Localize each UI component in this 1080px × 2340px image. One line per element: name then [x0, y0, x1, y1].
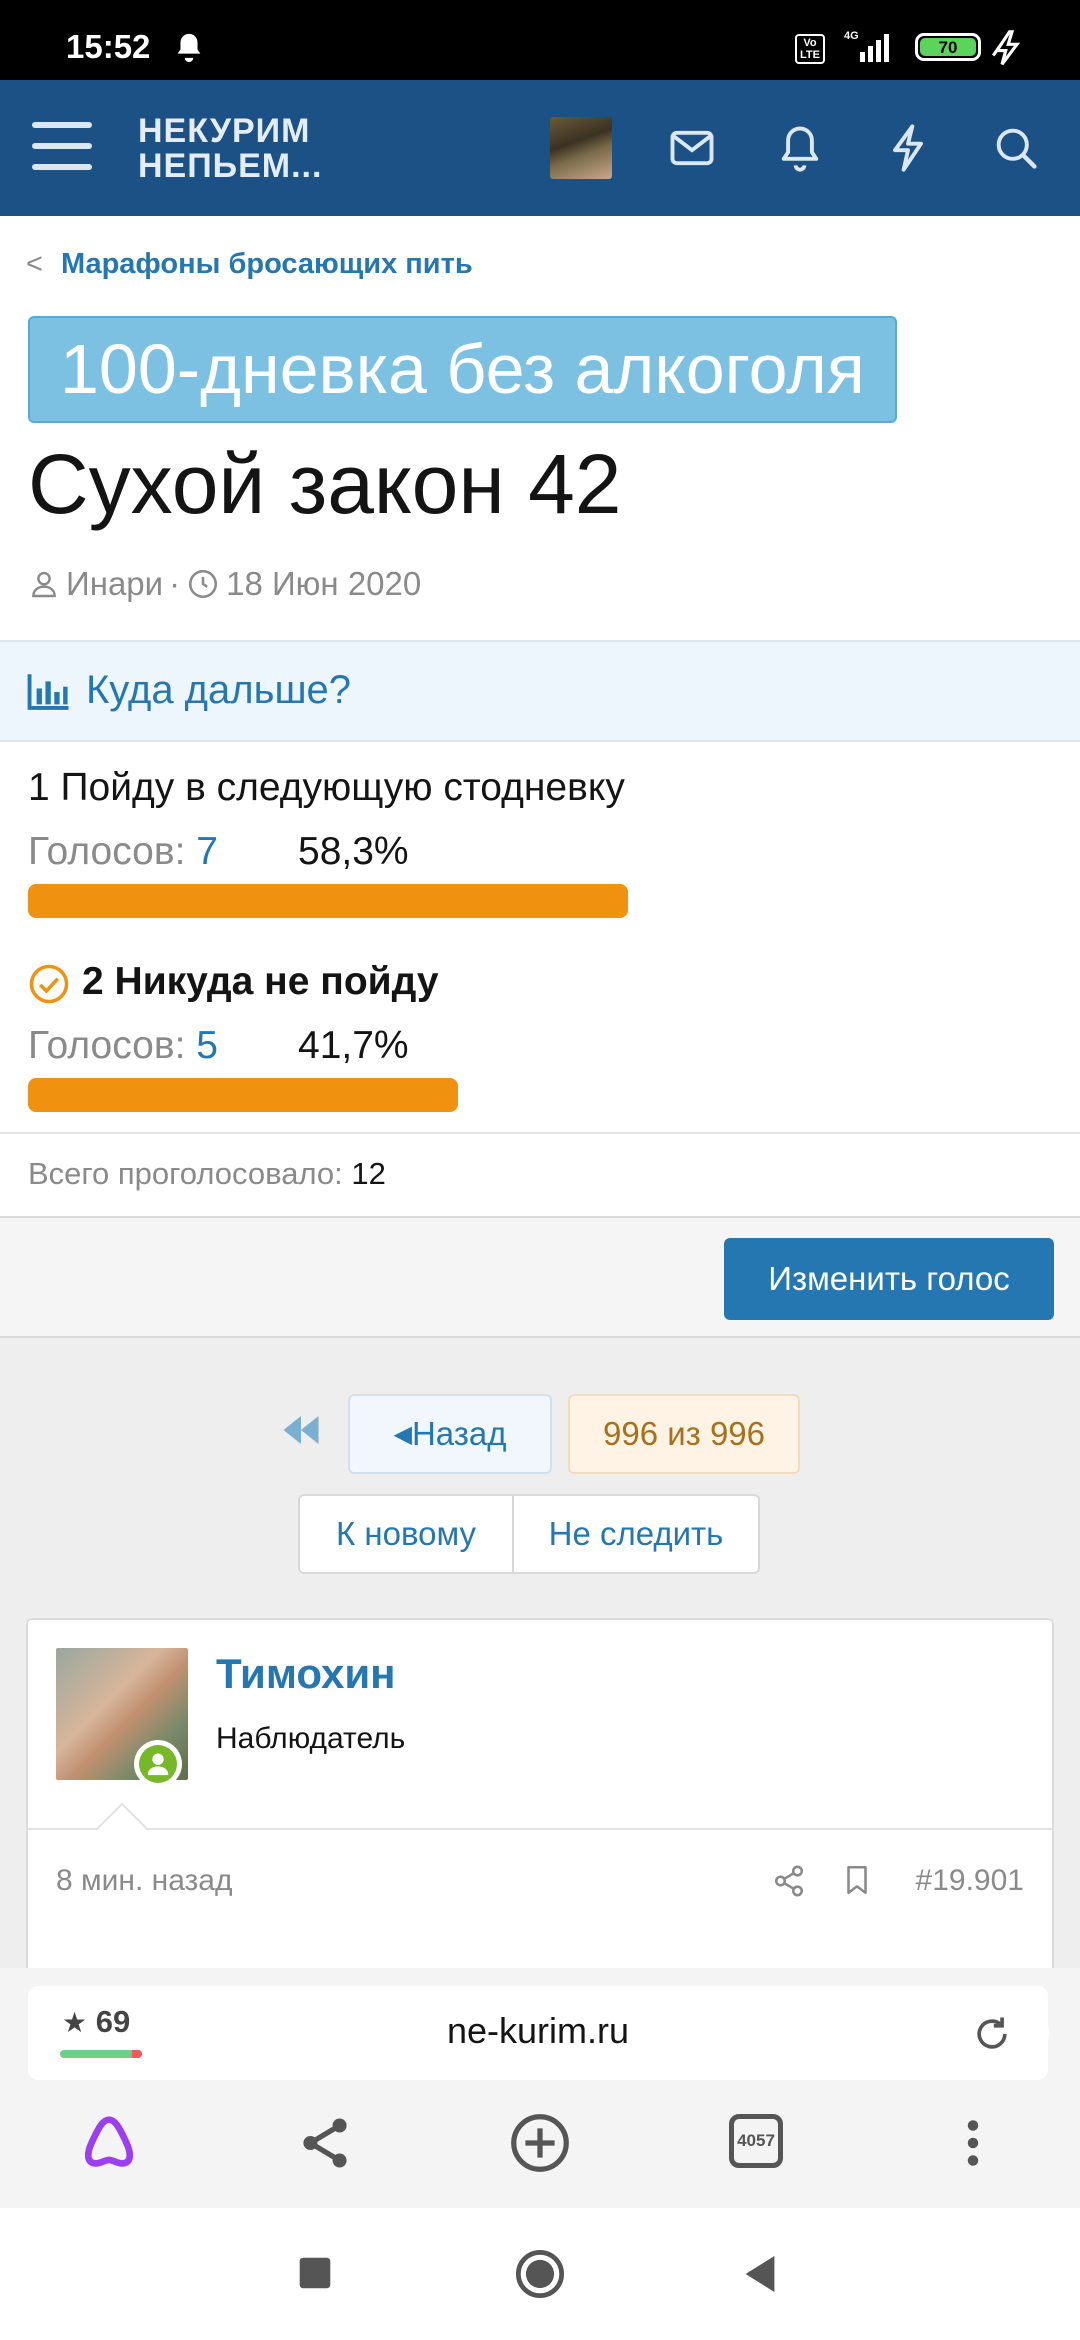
status-bar: 15:52 Vo LTE 4G 70 — [0, 0, 1080, 80]
thread-date[interactable]: 18 Июн 2020 — [226, 565, 421, 603]
page-title: Сухой закон 42 — [28, 437, 622, 531]
poll-option-percent: 41,7% — [298, 1024, 409, 1067]
poll-question: Куда дальше? — [86, 668, 352, 712]
poll-option-label: 1 Пойду в следующую стодневку — [28, 766, 625, 809]
user-avatar[interactable] — [550, 117, 612, 179]
poll-option-bar — [28, 884, 628, 918]
poll-option-votes: Голосов: 5 — [28, 1024, 218, 1067]
change-vote-button[interactable]: Изменить голос — [724, 1238, 1054, 1320]
share-icon[interactable] — [772, 1864, 806, 1898]
poll-header: Куда дальше? — [0, 640, 1080, 742]
notification-bell-icon — [177, 33, 201, 63]
post-notch — [96, 1802, 148, 1854]
poll-option-label: 2 Никуда не пойду — [82, 960, 439, 1003]
browser-toolbar: ★ 69 ne-kurim.ru — [0, 1968, 1080, 2208]
battery-icon: 70 — [915, 33, 981, 61]
address-bar[interactable]: ★ 69 ne-kurim.ru — [28, 1986, 1048, 2080]
user-icon — [32, 571, 56, 598]
volte-icon: Vo LTE — [795, 34, 825, 64]
svg-text:4G: 4G — [844, 30, 859, 42]
first-page-icon[interactable] — [280, 1412, 322, 1448]
signal-icon: 4G — [844, 30, 889, 62]
reload-icon[interactable] — [970, 2012, 1014, 2056]
breadcrumb[interactable]: < Марафоны бросающих пить — [26, 248, 473, 281]
back-nav-icon[interactable] — [742, 2254, 778, 2294]
tabs-count-icon[interactable]: 4057 — [729, 2114, 783, 2168]
chevron-left-icon: < — [26, 248, 43, 280]
lightning-icon[interactable] — [882, 122, 934, 174]
online-status-icon — [134, 1740, 182, 1788]
site-logo[interactable]: НЕКУРИМ НЕПЬЕМ... — [138, 114, 322, 184]
page-count[interactable]: 996 из 996 — [568, 1394, 800, 1474]
poll-footer: Изменить голос — [0, 1218, 1080, 1338]
system-navigation-bar — [0, 2208, 1080, 2340]
thread-author[interactable]: Инари — [66, 565, 163, 603]
meta-separator: · — [169, 565, 181, 602]
thread-prefix[interactable]: 100-дневка без алкоголя — [28, 316, 897, 423]
new-tab-icon[interactable] — [505, 2108, 575, 2178]
mail-icon[interactable] — [666, 122, 718, 174]
caret-left-icon: ◀ — [393, 1421, 412, 1448]
poll-option-votes: Голосов: 7 — [28, 830, 218, 873]
unwatch-button[interactable]: Не следить — [512, 1494, 760, 1574]
post-user-role: Наблюдатель — [216, 1722, 406, 1755]
search-icon[interactable] — [990, 122, 1042, 174]
menu-icon[interactable] — [32, 122, 92, 170]
to-new-button[interactable]: К новому — [298, 1494, 514, 1574]
charging-icon — [992, 30, 1021, 66]
home-icon[interactable] — [514, 2248, 566, 2300]
post-card: Тимохин Наблюдатель 8 мин. назад #19.901 — [26, 1618, 1054, 1968]
post-number[interactable]: #19.901 — [916, 1864, 1024, 1898]
thread-meta: Инари · 18 Июн 2020 — [28, 565, 421, 603]
site-header: НЕКУРИМ НЕПЬЕМ... — [0, 80, 1080, 216]
poll-option-bar — [28, 1078, 458, 1112]
clock-icon — [189, 569, 218, 599]
status-time: 15:52 — [66, 28, 151, 65]
bar-chart-icon — [27, 674, 69, 710]
bell-icon[interactable] — [774, 122, 826, 174]
checkmark-circle-icon — [29, 964, 69, 1004]
post-time[interactable]: 8 мин. назад — [56, 1864, 233, 1898]
address-bar-tail — [1036, 1986, 1050, 2080]
back-button[interactable]: ◀Назад — [348, 1394, 552, 1474]
poll-option-percent: 58,3% — [298, 830, 409, 873]
post-divider — [28, 1828, 1052, 1830]
bookmark-icon[interactable] — [840, 1862, 874, 1898]
post-username[interactable]: Тимохин — [216, 1650, 396, 1698]
url-text[interactable]: ne-kurim.ru — [28, 2010, 1048, 2052]
poll-total: Всего проголосовало: 12 — [0, 1132, 1080, 1218]
share-icon[interactable] — [290, 2108, 360, 2178]
alice-assistant-icon[interactable] — [74, 2108, 144, 2178]
more-options-icon[interactable] — [938, 2108, 1008, 2178]
recents-icon[interactable] — [298, 2256, 332, 2290]
